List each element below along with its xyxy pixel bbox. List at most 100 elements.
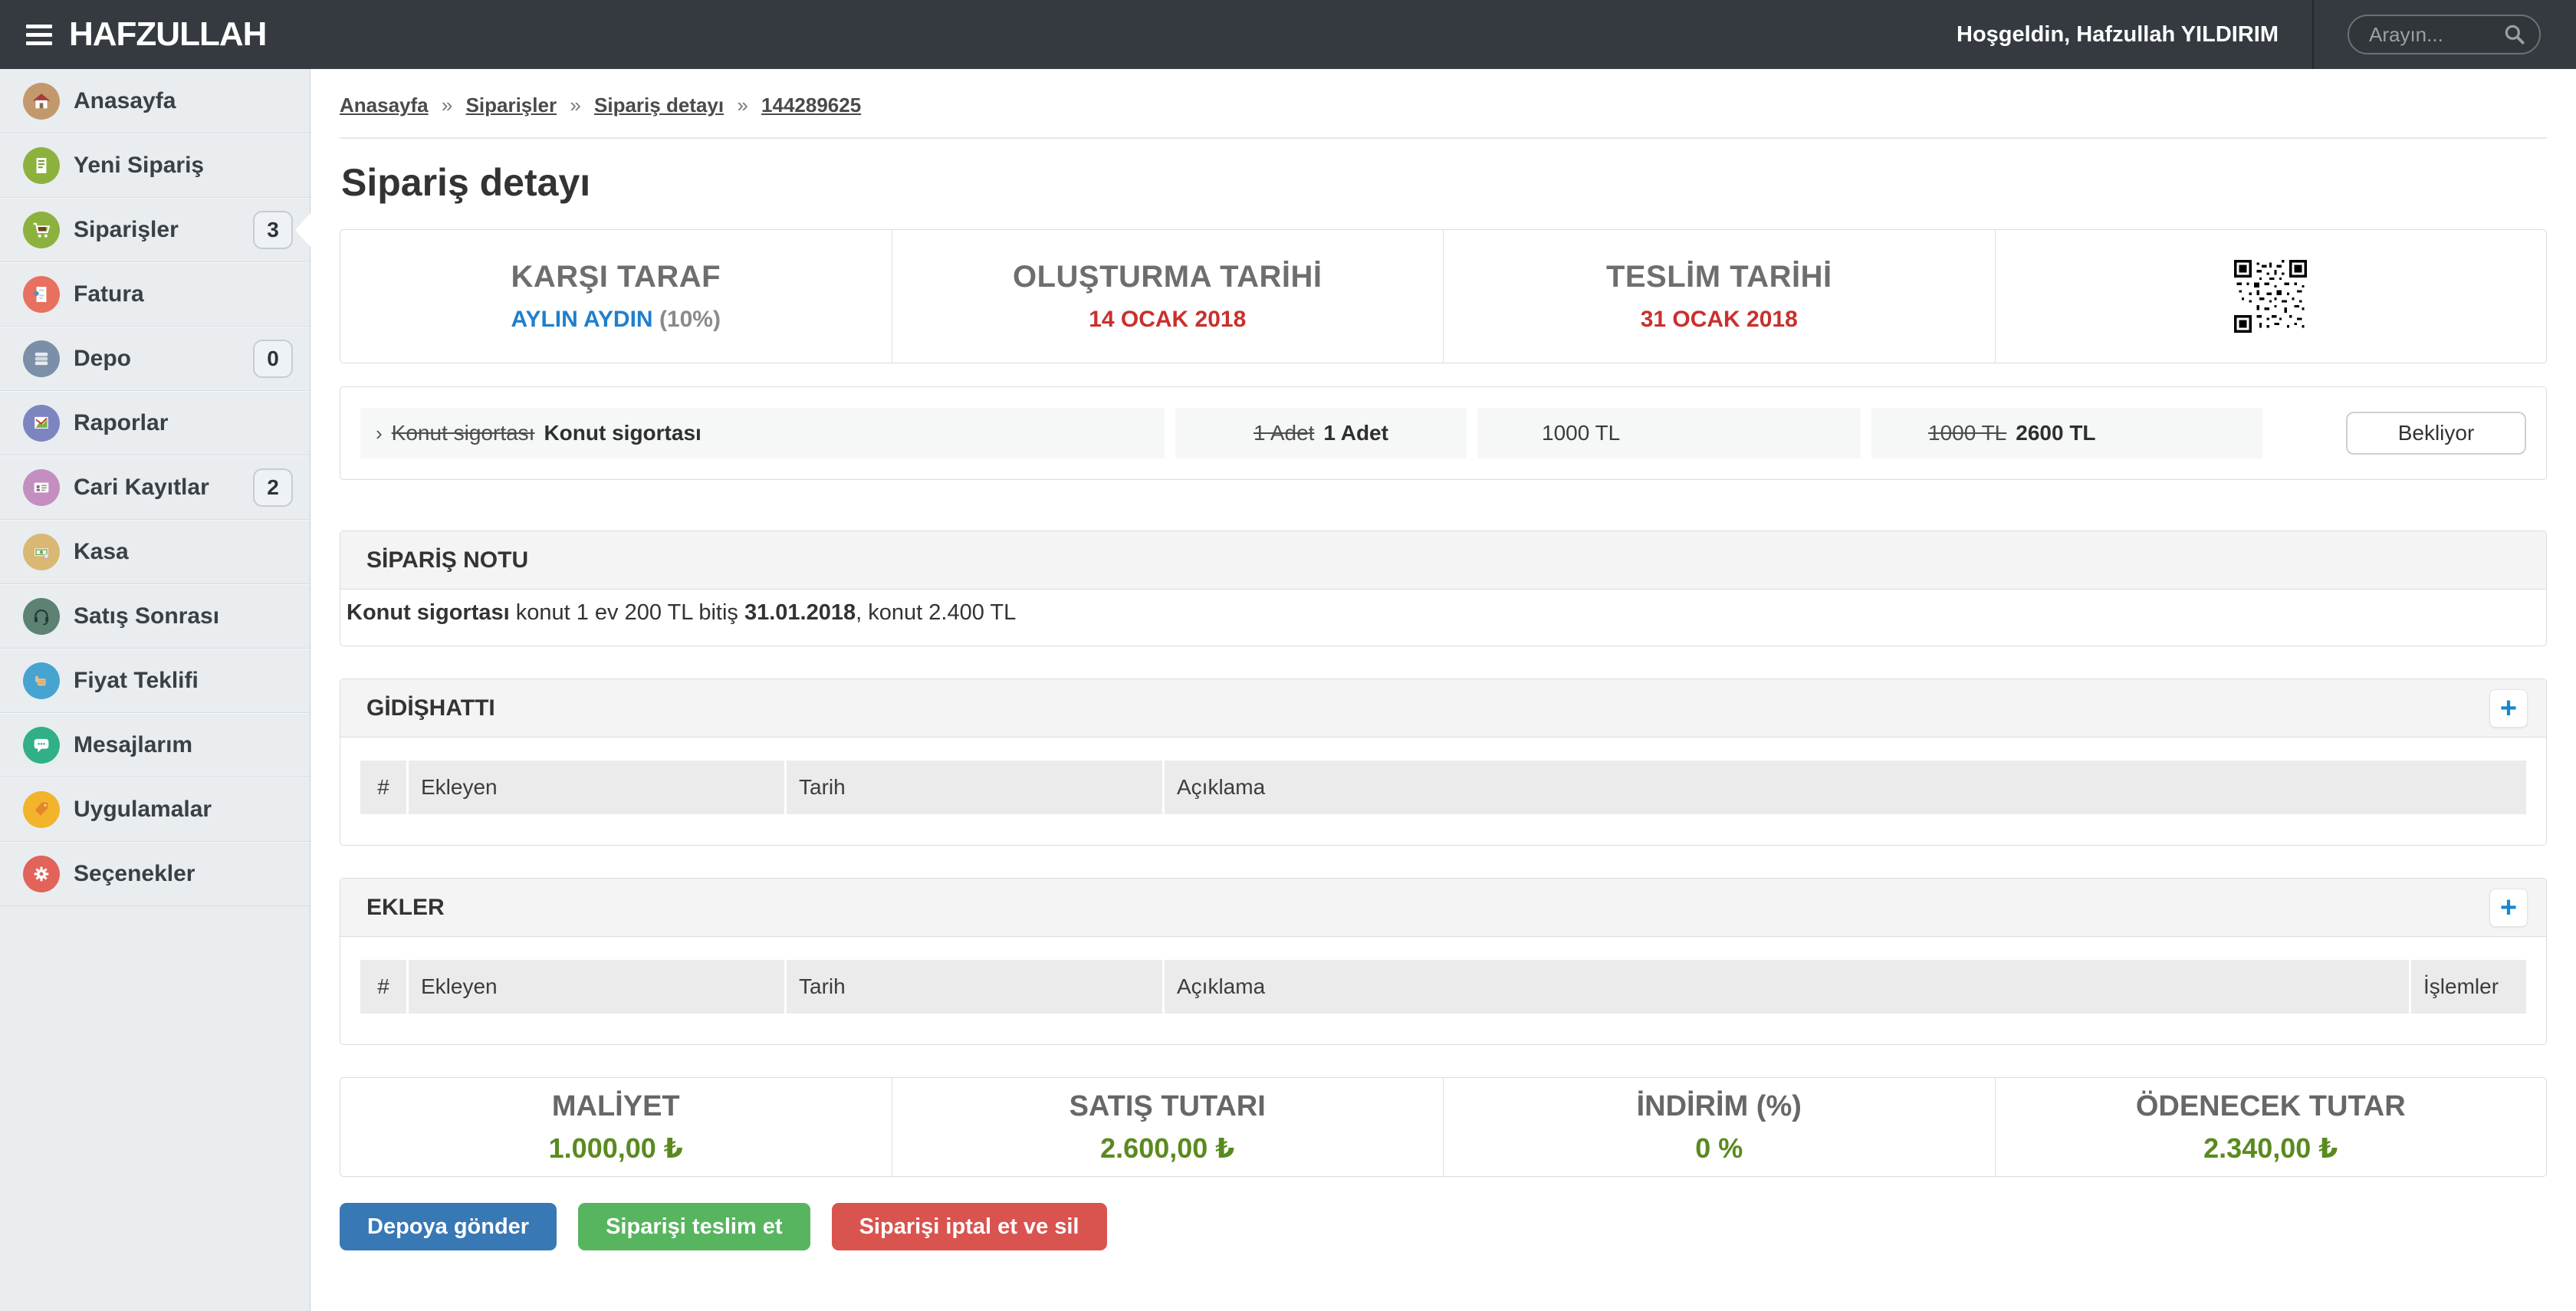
column-header-ekleyen: Ekleyen — [409, 761, 784, 814]
breadcrumb-separator: » — [737, 94, 748, 117]
sidebar: Anasayfa Yeni Sipariş Siparişler 3 Fatur… — [0, 69, 310, 1311]
hand-icon — [23, 662, 60, 699]
column-header-ekleyen: Ekleyen — [409, 960, 784, 1014]
breadcrumb-link-siparis-detayi[interactable]: Sipariş detayı — [594, 94, 724, 117]
sidebar-item-fatura[interactable]: Fatura — [0, 262, 310, 327]
item-name: Konut sigortası — [544, 421, 701, 445]
cart-icon — [23, 212, 60, 248]
delivery-date: 31 OCAK 2018 — [1641, 307, 1798, 333]
item-status-cell: Bekliyor — [2273, 408, 2526, 458]
cost-value: 1.000,00 ₺ — [549, 1132, 683, 1165]
gear-icon — [23, 856, 60, 892]
menu-icon[interactable] — [26, 25, 52, 45]
divider — [340, 137, 2547, 139]
cancel-delete-order-button[interactable]: Siparişi iptal et ve sil — [832, 1203, 1107, 1250]
headset-icon — [23, 598, 60, 635]
home-icon — [23, 83, 60, 120]
sidebar-item-label: Fiyat Teklifi — [74, 668, 199, 694]
breadcrumb-link-order-number[interactable]: 144289625 — [761, 94, 861, 117]
deliver-order-button[interactable]: Siparişi teslim et — [578, 1203, 810, 1250]
item-qty-old: 1 Adet — [1254, 421, 1314, 445]
status-button[interactable]: Bekliyor — [2346, 412, 2526, 455]
delivery-title: TESLİM TARİHİ — [1606, 260, 1832, 294]
item-qty-cell: 1 Adet 1 Adet — [1175, 408, 1467, 458]
item-qty: 1 Adet — [1323, 421, 1388, 445]
chevron-icon: › — [376, 422, 383, 445]
item-total-old: 1000 TL — [1928, 421, 2006, 445]
order-note-panel: SİPARİŞ NOTU Konut sigortası konut 1 ev … — [340, 531, 2547, 646]
add-attachment-button[interactable]: + — [2489, 889, 2528, 927]
sidebar-item-fiyat-teklifi[interactable]: Fiyat Teklifi — [0, 649, 310, 713]
created-date-card: OLUŞTURMA TARİHİ 14 OCAK 2018 — [892, 230, 1444, 363]
cost-card: MALİYET 1.000,00 ₺ — [340, 1078, 892, 1176]
sale-title: SATIŞ TUTARI — [1070, 1090, 1266, 1123]
order-note-text: Konut sigortası konut 1 ev 200 TL bitiş … — [340, 590, 2546, 646]
order-note-title: SİPARİŞ NOTU — [366, 547, 528, 573]
tag-icon — [23, 791, 60, 828]
sidebar-item-label: Cari Kayıtlar — [74, 475, 209, 501]
party-title: KARŞI TARAF — [511, 260, 721, 294]
sidebar-item-label: Yeni Sipariş — [74, 153, 204, 179]
invoice-icon — [23, 276, 60, 313]
sidebar-item-label: Uygulamalar — [74, 797, 212, 823]
sidebar-item-satis-sonrasi[interactable]: Satış Sonrası — [0, 584, 310, 649]
qr-card — [1995, 230, 2547, 363]
app-logo: HAFZULLAH — [69, 15, 266, 54]
discount-title: İNDİRİM (%) — [1637, 1090, 1802, 1123]
send-to-depot-button[interactable]: Depoya gönder — [340, 1203, 557, 1250]
attachments-table-header: # Ekleyen Tarih Açıklama İşlemler — [360, 960, 2526, 1014]
sidebar-item-depo[interactable]: Depo 0 — [0, 327, 310, 391]
party-card: KARŞI TARAF AYLIN AYDIN (10%) — [340, 230, 892, 363]
sidebar-badge-depo: 0 — [253, 340, 293, 378]
created-title: OLUŞTURMA TARİHİ — [1013, 260, 1322, 294]
sidebar-item-cari-kayitlar[interactable]: Cari Kayıtlar 2 — [0, 455, 310, 520]
column-header-tarih: Tarih — [787, 960, 1162, 1014]
column-header-aciklama: Açıklama — [1165, 761, 2526, 814]
item-name-old: Konut sigortası — [392, 421, 535, 445]
sidebar-item-mesajlarim[interactable]: Mesajlarım — [0, 713, 310, 777]
created-date: 14 OCAK 2018 — [1089, 307, 1246, 333]
sidebar-item-label: Mesajlarım — [74, 732, 192, 758]
delivery-date-card: TESLİM TARİHİ 31 OCAK 2018 — [1443, 230, 1995, 363]
welcome-text: Hoşgeldin, Hafzullah YILDIRIM — [1957, 22, 2279, 48]
payable-card: ÖDENECEK TUTAR 2.340,00 ₺ — [1995, 1078, 2547, 1176]
item-unit-price-cell: 1000 TL — [1477, 408, 1861, 458]
qr-code — [2234, 260, 2307, 333]
column-header-tarih: Tarih — [787, 761, 1162, 814]
order-item-card: › Konut sigortası Konut sigortası 1 Adet… — [340, 386, 2547, 480]
sidebar-badge-cari-kayitlar: 2 — [253, 468, 293, 507]
sidebar-item-kasa[interactable]: Kasa — [0, 520, 310, 584]
sidebar-badge-siparisler: 3 — [253, 211, 293, 249]
topbar-divider — [2312, 0, 2314, 69]
idcard-icon — [23, 469, 60, 506]
breadcrumb-link-anasayfa[interactable]: Anasayfa — [340, 94, 429, 117]
sidebar-item-yeni-siparis[interactable]: Yeni Sipariş — [0, 133, 310, 198]
sidebar-item-label: Depo — [74, 346, 131, 372]
sidebar-item-label: Anasayfa — [74, 88, 176, 114]
cash-icon — [23, 534, 60, 570]
item-total: 2600 TL — [2016, 421, 2095, 445]
column-header-aciklama: Açıklama — [1165, 960, 2409, 1014]
sidebar-item-raporlar[interactable]: Raporlar — [0, 391, 310, 455]
sidebar-item-label: Fatura — [74, 281, 144, 307]
party-name-link[interactable]: AYLIN AYDIN — [511, 307, 653, 332]
payable-value: 2.340,00 ₺ — [2203, 1132, 2338, 1165]
order-info-bar: KARŞI TARAF AYLIN AYDIN (10%) OLUŞTURMA … — [340, 229, 2547, 363]
breadcrumb-link-siparisler[interactable]: Siparişler — [466, 94, 557, 117]
sidebar-item-label: Seçenekler — [74, 861, 195, 887]
route-title: GİDİŞHATTI — [366, 695, 495, 721]
sidebar-item-label: Raporlar — [74, 410, 168, 436]
sidebar-item-uygulamalar[interactable]: Uygulamalar — [0, 777, 310, 842]
breadcrumb-separator: » — [570, 94, 580, 117]
route-panel: GİDİŞHATTI + # Ekleyen Tarih Açıklama — [340, 678, 2547, 846]
sidebar-item-siparisler[interactable]: Siparişler 3 — [0, 198, 310, 262]
sale-card: SATIŞ TUTARI 2.600,00 ₺ — [892, 1078, 1444, 1176]
party-discount: (10%) — [659, 307, 721, 332]
search-icon[interactable] — [2502, 22, 2527, 51]
add-route-button[interactable]: + — [2489, 689, 2528, 728]
breadcrumb-separator: » — [442, 94, 452, 117]
sidebar-item-label: Kasa — [74, 539, 129, 565]
sidebar-item-secenekler[interactable]: Seçenekler — [0, 842, 310, 906]
sidebar-item-anasayfa[interactable]: Anasayfa — [0, 69, 310, 133]
chart-icon — [23, 405, 60, 442]
